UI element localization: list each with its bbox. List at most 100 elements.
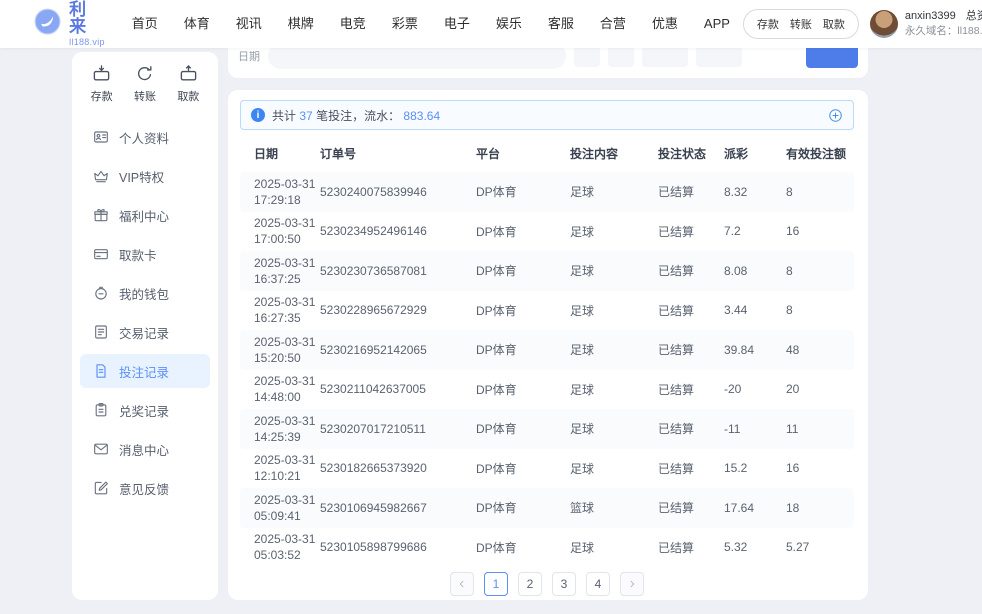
page-button-1[interactable]: 1 [484, 572, 508, 596]
filter-option-4[interactable] [696, 48, 742, 67]
chevron-right-icon [627, 579, 637, 589]
nav-item-board-games[interactable]: 棋牌 [275, 0, 327, 48]
prev-page-button[interactable] [450, 572, 474, 596]
sidebar-item-feedback[interactable]: 意见反馈 [80, 471, 210, 505]
sidebar-menu: 个人资料 VIP特权福利中心取款卡我的钱包交易记录投注记录兑奖记录消息中心意见反馈 [72, 120, 218, 505]
sidebar-item-withdraw-card[interactable]: 取款卡 [80, 237, 210, 271]
id-card-icon [93, 129, 109, 145]
cell-payout: 3.44 [724, 303, 786, 317]
cell-payout: 5.32 [724, 540, 786, 554]
table-row: 2025-03-3116:27:355230228965672929DP体育足球… [240, 291, 854, 331]
username: anxin3399 [905, 8, 956, 25]
wallet-icon [93, 285, 109, 301]
filter-option-3[interactable] [642, 48, 688, 67]
cell-bet-content: 足球 [570, 381, 658, 398]
sidebar-item-vip[interactable]: VIP特权 [80, 159, 210, 193]
nav-item-live-video[interactable]: 视讯 [223, 0, 275, 48]
table-row: 2025-03-3117:29:185230240075839946DP体育足球… [240, 172, 854, 212]
crown-icon [93, 168, 109, 184]
sidebar-item-my-wallet[interactable]: 我的钱包 [80, 276, 210, 310]
table-row: 2025-03-3116:37:255230230736587081DP体育足球… [240, 251, 854, 291]
nav-item-esports[interactable]: 电竞 [327, 0, 379, 48]
date-value: 2025-03-31 [254, 334, 320, 350]
expand-plus-icon[interactable] [828, 108, 843, 123]
time-value: 14:25:39 [254, 429, 320, 445]
nav-item-promotions[interactable]: 优惠 [639, 0, 691, 48]
sidebar-item-profile[interactable]: 个人资料 [80, 120, 210, 154]
table-body: 2025-03-3117:29:185230240075839946DP体育足球… [240, 172, 854, 567]
nav-item-home[interactable]: 首页 [119, 0, 171, 48]
cell-valid-bet: 48 [786, 343, 854, 357]
cell-platform: DP体育 [476, 302, 570, 319]
cell-order-no: 5230228965672929 [320, 303, 476, 317]
bet-records-panel: i 共计 37 笔投注，流水： 883.64 日期订单号平台投注内容投注状态派彩… [228, 90, 868, 600]
table-row: 2025-03-3117:00:505230234952496146DP体育足球… [240, 212, 854, 252]
time-value: 16:27:35 [254, 310, 320, 326]
nav-item-app[interactable]: APP [691, 0, 743, 48]
bet-record-icon [93, 363, 109, 379]
search-button[interactable] [806, 48, 858, 68]
nav-item-partnership[interactable]: 合营 [587, 0, 639, 48]
cell-date: 2025-03-3116:27:35 [254, 294, 320, 326]
sidebar-item-welfare-center[interactable]: 福利中心 [80, 198, 210, 232]
cell-bet-content: 足球 [570, 223, 658, 240]
page-button-2[interactable]: 2 [518, 572, 542, 596]
cell-bet-content: 足球 [570, 262, 658, 279]
chevron-left-icon [457, 579, 467, 589]
time-value: 05:03:52 [254, 547, 320, 563]
cell-order-no: 5230105898799686 [320, 540, 476, 554]
date-range-input[interactable] [268, 48, 566, 69]
nav-item-entertainment[interactable]: 娱乐 [483, 0, 535, 48]
wallet-pill-deposit[interactable]: 存款 [757, 16, 779, 32]
transaction-list-icon [93, 324, 109, 340]
cell-bet-status: 已结算 [658, 499, 724, 516]
quick-action-deposit[interactable]: 存款 [91, 64, 113, 104]
time-value: 05:09:41 [254, 508, 320, 524]
page-button-4[interactable]: 4 [586, 572, 610, 596]
filter-option-1[interactable] [574, 48, 600, 67]
quick-action-withdraw[interactable]: 取款 [177, 64, 199, 104]
sidebar-item-bet-records[interactable]: 投注记录 [80, 354, 210, 388]
sidebar-item-transaction-records[interactable]: 交易记录 [80, 315, 210, 349]
sidebar-item-label: 取款卡 [119, 245, 157, 264]
nav-item-sports[interactable]: 体育 [171, 0, 223, 48]
table-row: 2025-03-3115:20:505230216952142065DP体育足球… [240, 330, 854, 370]
brand-logo[interactable]: 利 来 ll188.vip [34, 1, 111, 47]
sidebar-item-redeem-records[interactable]: 兑奖记录 [80, 393, 210, 427]
cell-date: 2025-03-3114:48:00 [254, 373, 320, 405]
date-value: 2025-03-31 [254, 413, 320, 429]
cell-valid-bet: 5.27 [786, 540, 854, 554]
filter-bar: 日期 [228, 48, 868, 78]
sidebar-item-label: 我的钱包 [119, 284, 169, 303]
sidebar-item-message-center[interactable]: 消息中心 [80, 432, 210, 466]
avatar[interactable] [870, 10, 898, 38]
cell-bet-content: 足球 [570, 302, 658, 319]
summary-text: 共计 37 笔投注，流水： 883.64 [272, 107, 440, 124]
cell-valid-bet: 8 [786, 185, 854, 199]
cell-valid-bet: 16 [786, 224, 854, 238]
time-value: 15:20:50 [254, 350, 320, 366]
nav-item-lottery[interactable]: 彩票 [379, 0, 431, 48]
envelope-icon [93, 441, 109, 457]
cell-valid-bet: 20 [786, 382, 854, 396]
wallet-pill: 存款转账取款 [743, 9, 859, 39]
cell-bet-status: 已结算 [658, 262, 724, 279]
page-button-3[interactable]: 3 [552, 572, 576, 596]
column-header-2: 平台 [476, 145, 570, 162]
next-page-button[interactable] [620, 572, 644, 596]
user-block: anxin3399 总资产：1363.49元 永久域名：ll188.vip | … [870, 8, 982, 40]
wallet-pill-withdraw[interactable]: 取款 [823, 16, 845, 32]
top-navbar: 利 来 ll188.vip 首页体育视讯棋牌电竞彩票电子娱乐客服合营优惠APP … [0, 0, 982, 48]
wallet-pill-transfer[interactable]: 转账 [790, 16, 812, 32]
filter-option-2[interactable] [608, 48, 634, 67]
nav-item-customer-service[interactable]: 客服 [535, 0, 587, 48]
cell-platform: DP体育 [476, 381, 570, 398]
nav-item-slots[interactable]: 电子 [431, 0, 483, 48]
info-icon: i [251, 108, 265, 122]
navbar-right: 存款转账取款 anxin3399 总资产：1363.49元 永久域名：ll188… [743, 8, 982, 40]
quick-action-transfer[interactable]: 转账 [134, 64, 156, 104]
cell-platform: DP体育 [476, 460, 570, 477]
transfer-icon [135, 64, 154, 83]
feedback-icon [93, 480, 109, 496]
cell-platform: DP体育 [476, 499, 570, 516]
